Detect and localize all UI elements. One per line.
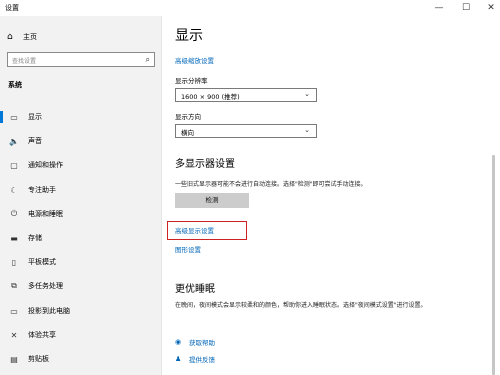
resolution-dropdown[interactable]: 1600 × 900 (推荐) ⌄ — [175, 88, 317, 102]
help-icon: ◉ — [175, 338, 182, 346]
notification-icon: ▢ — [10, 160, 18, 170]
search-input[interactable]: 查找设置 ⌕ — [7, 52, 155, 67]
get-help-label: 获取帮助 — [189, 339, 215, 347]
sidebar-home[interactable]: ⌂ 主页 — [7, 32, 37, 42]
window-title: 设置 — [5, 4, 19, 12]
sidebar-item-label: 声音 — [28, 137, 42, 145]
project-icon: ▭ — [10, 306, 18, 316]
sidebar-item-label: 专注助手 — [28, 186, 56, 194]
home-icon: ⌂ — [7, 32, 13, 42]
moon-icon: ☾ — [10, 185, 18, 195]
feedback-label: 提供反馈 — [189, 356, 215, 364]
feedback-icon: ♟ — [175, 355, 182, 363]
share-icon: ✕ — [10, 330, 18, 340]
sidebar-item[interactable]: ⏻ 电源和睡眠 — [0, 204, 162, 224]
clipboard-icon: ▤ — [10, 354, 18, 364]
multitask-icon: ⧉ — [11, 281, 17, 290]
sidebar-item-label: 平板模式 — [28, 258, 56, 266]
speaker-icon: 🔈 — [9, 136, 19, 146]
scrollbar[interactable] — [492, 155, 495, 375]
sleep-description: 在晚间，夜间模式会显示较柔和的颜色，帮助你进入睡眠状态。选择"夜间模式设置"进行… — [175, 302, 427, 309]
page-title: 显示 — [175, 28, 203, 44]
sidebar-item[interactable]: ✕ 体验共享 — [0, 325, 162, 345]
close-button[interactable]: ✕ — [484, 2, 498, 14]
sidebar-item[interactable]: ▢ 通知和操作 — [0, 155, 162, 175]
search-placeholder: 查找设置 — [12, 58, 37, 65]
sidebar-item[interactable]: ▭ 显示 — [0, 107, 162, 127]
feedback-link[interactable]: ♟ 提供反馈 — [175, 354, 215, 364]
resolution-value: 1600 × 900 (推荐) — [181, 93, 240, 101]
main-content: 显示 高级缩放设置 显示分辨率 1600 × 900 (推荐) ⌄ 显示方向 横… — [162, 16, 492, 375]
sidebar-item-label: 电源和睡眠 — [28, 210, 63, 218]
maximize-button[interactable]: ☐ — [459, 2, 473, 14]
monitor-icon: ▭ — [10, 112, 18, 122]
multi-display-title: 多显示器设置 — [175, 159, 235, 170]
sidebar-item-label: 体验共享 — [28, 331, 56, 339]
power-icon: ⏻ — [10, 209, 18, 218]
sidebar-item-label: 投影到此电脑 — [28, 307, 70, 315]
storage-icon: ▬ — [10, 233, 18, 243]
sleep-title: 更优睡眠 — [175, 284, 215, 295]
sidebar-item[interactable]: ▬ 存储 — [0, 228, 162, 248]
section-title: 系统 — [8, 81, 22, 89]
sidebar-item-label: 剪贴板 — [28, 355, 49, 363]
sidebar-item-label: 存储 — [28, 234, 42, 242]
graphics-settings-link[interactable]: 图形设置 — [175, 244, 201, 254]
resolution-label: 显示分辨率 — [175, 77, 208, 85]
sidebar-item[interactable]: ▤ 剪贴板 — [0, 349, 162, 369]
chevron-down-icon: ⌄ — [304, 90, 310, 98]
multi-display-description: 一些旧式显示器可能不会进行自动连接。选择"检测"即可尝试手动连接。 — [175, 181, 367, 188]
sidebar-item[interactable]: ☾ 专注助手 — [0, 180, 162, 200]
sidebar-item-label: 通知和操作 — [28, 161, 63, 169]
sidebar-item-label: 多任务处理 — [28, 282, 63, 290]
orientation-value: 横向 — [181, 129, 194, 137]
sidebar: ⌂ 主页 查找设置 ⌕ 系统 ▭ 显示 🔈 声音 ▢ 通知和操作 ☾ 专注助手 ⏻ 电源和睡眠 ▬ 存… — [0, 16, 162, 375]
sidebar-item-label: 显示 — [28, 113, 42, 121]
minimize-button[interactable]: — — [432, 2, 446, 14]
sidebar-item[interactable]: ▯ 平板模式 — [0, 252, 162, 272]
search-icon: ⌕ — [145, 55, 150, 64]
home-label: 主页 — [23, 33, 37, 41]
get-help-link[interactable]: ◉ 获取帮助 — [175, 337, 215, 347]
tablet-icon: ▯ — [11, 257, 17, 267]
orientation-label: 显示方向 — [175, 113, 201, 121]
advanced-scaling-link[interactable]: 高级缩放设置 — [175, 55, 214, 65]
detect-button[interactable]: 检测 — [175, 193, 249, 208]
sidebar-item[interactable]: 🔈 声音 — [0, 131, 162, 151]
orientation-dropdown[interactable]: 横向 ⌄ — [175, 124, 317, 138]
title-bar: 设置 — ☐ ✕ — [0, 0, 500, 16]
sidebar-item[interactable]: ⧉ 多任务处理 — [0, 276, 162, 296]
sidebar-item[interactable]: ▭ 投影到此电脑 — [0, 301, 162, 321]
advanced-display-link[interactable]: 高级显示设置 — [175, 225, 214, 235]
chevron-down-icon: ⌄ — [304, 126, 310, 134]
